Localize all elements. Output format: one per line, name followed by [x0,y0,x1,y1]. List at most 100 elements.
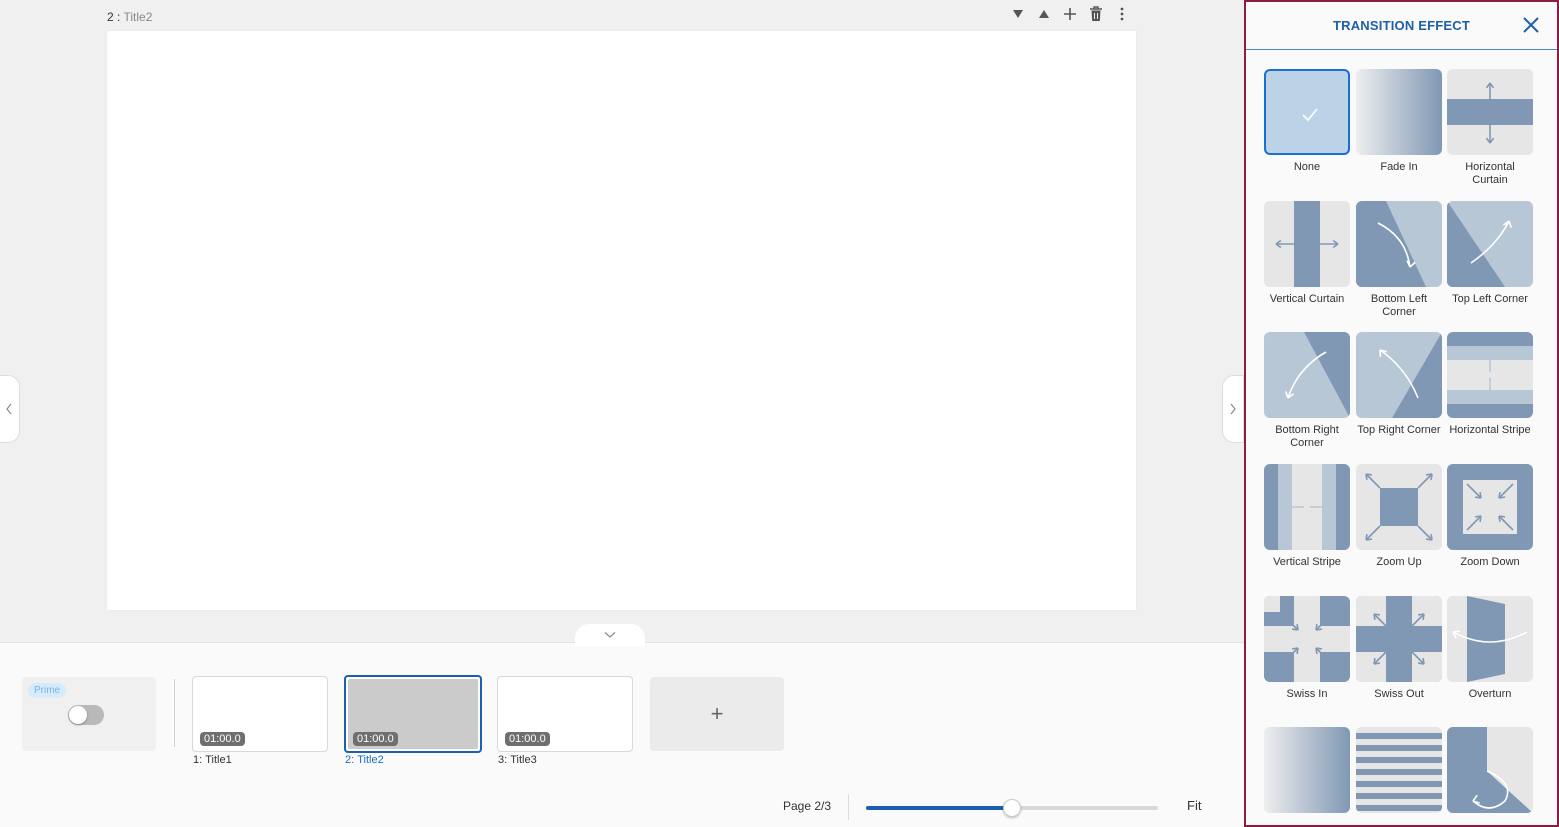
slide-thumbnail-1[interactable]: 01:00.0 [192,676,328,752]
prime-card: Prime [22,677,156,751]
move-up-button[interactable] [1034,3,1054,25]
effect-horizontal-curtain-preview [1447,69,1533,155]
slide-duration: 01:00.0 [353,732,398,746]
slide-toolbar [1008,3,1132,25]
zoom-slider-handle[interactable] [1003,799,1021,817]
effect-dissolve[interactable] [1264,727,1352,819]
effect-turn[interactable] [1447,727,1535,819]
page-indicator: Page 2/3 [783,799,832,813]
effect-label: Bottom Left Corner [1370,293,1428,318]
close-icon [1523,17,1539,33]
slide-canvas[interactable] [107,31,1136,610]
add-slide-toolbar-button[interactable] [1060,3,1080,25]
slide-number: 2 [107,10,114,24]
effect-label: Horizontal Curtain [1465,161,1515,186]
slide-duration: 01:00.0 [200,732,245,746]
effect-bottom-right-corner[interactable]: Bottom Right Corner [1264,332,1352,450]
chevron-right-icon [1230,403,1236,415]
plus-icon [1064,8,1076,20]
effect-turn-icon [1447,727,1533,813]
effect-horizontal-curtain[interactable]: Horizontal Curtain [1447,69,1535,187]
effect-blinds-preview [1356,727,1442,813]
effect-dissolve-icon [1264,727,1350,813]
effect-swiss-in[interactable]: Swiss In [1264,596,1352,701]
effect-vertical-curtain-preview [1264,201,1350,287]
effect-horizontal-curtain-icon [1447,69,1533,155]
effect-none-icon [1302,108,1318,122]
effect-label: Zoom Down [1460,556,1520,568]
effect-label: Vertical Curtain [1269,293,1345,305]
effect-vertical-curtain-icon [1264,201,1350,287]
effect-fade-in[interactable]: Fade In [1356,69,1444,174]
slide-thumbnail-2[interactable]: 01:00.0 [344,675,482,753]
close-panel-button[interactable] [1519,13,1543,37]
effect-overturn[interactable]: Overturn [1447,596,1535,701]
collapse-filmstrip-tab[interactable] [575,624,645,646]
panel-title: TRANSITION EFFECT [1332,18,1470,33]
effect-horizontal-stripe-icon [1447,332,1533,418]
effect-label: Fade In [1380,161,1418,173]
effect-zoom-up[interactable]: Zoom Up [1356,464,1444,569]
effect-overturn-icon [1447,596,1533,682]
fit-button[interactable]: Fit [1187,798,1201,813]
transition-effect-panel: TRANSITION EFFECT None Fade In Horizontal … [1244,0,1559,827]
effect-fade-in-preview [1356,69,1442,155]
divider [848,794,849,820]
effect-zoom-down[interactable]: Zoom Down [1447,464,1535,569]
effect-bottom-left-corner-icon [1356,201,1442,287]
prime-toggle[interactable] [68,705,104,725]
effect-vertical-stripe-icon [1264,464,1350,550]
effect-label: None [1293,161,1321,173]
effect-none[interactable]: None [1264,69,1352,174]
slide-caption-3: 3: Title3 [498,754,537,766]
effect-horizontal-stripe[interactable]: Horizontal Stripe [1447,332,1535,437]
effect-swiss-in-preview [1264,596,1350,682]
previous-slide-tab[interactable] [0,375,20,443]
effect-label: Horizontal Stripe [1449,424,1531,436]
effect-vertical-stripe[interactable]: Vertical Stripe [1264,464,1352,569]
move-down-button[interactable] [1008,3,1028,25]
delete-slide-button[interactable] [1086,3,1106,25]
prime-badge: Prime [28,683,67,698]
slide-editor: 2 : Title2 [0,0,1244,642]
effect-horizontal-stripe-preview [1447,332,1533,418]
slide-label: 2 : Title2 [107,10,153,24]
effect-blinds[interactable] [1356,727,1444,819]
filmstrip: Prime 01:00.0 1: Title1 01:00.0 2: Title… [0,642,1244,827]
plus-icon: + [710,701,724,726]
add-slide-button[interactable]: + [650,677,784,751]
slide-title: Title2 [123,10,153,24]
effect-top-left-corner[interactable]: Top Left Corner [1447,201,1535,306]
effect-label: Bottom Right Corner [1275,424,1339,449]
effect-label: Overturn [1468,688,1512,700]
effect-top-right-corner[interactable]: Top Right Corner [1356,332,1444,437]
panel-header: TRANSITION EFFECT [1246,2,1557,50]
chevron-down-icon [604,632,616,638]
slide-thumbnail-3[interactable]: 01:00.0 [497,676,633,752]
effect-top-right-corner-icon [1356,332,1442,418]
effect-label: Zoom Up [1376,556,1422,568]
effect-swiss-out-icon [1356,596,1442,682]
trash-icon [1090,6,1102,21]
effect-top-left-corner-preview [1447,201,1533,287]
effect-zoom-down-preview [1447,464,1533,550]
next-slide-tab[interactable] [1222,375,1244,443]
divider [174,679,175,747]
slide-duration: 01:00.0 [505,732,550,746]
effect-swiss-in-icon [1264,596,1350,682]
move-down-icon [1013,10,1023,18]
effect-bottom-left-corner[interactable]: Bottom Left Corner [1356,201,1444,319]
effect-bottom-right-corner-preview [1264,332,1350,418]
slide-caption-1: 1: Title1 [193,754,232,766]
effect-vertical-stripe-preview [1264,464,1350,550]
effect-top-left-corner-icon [1447,201,1533,287]
effect-vertical-curtain[interactable]: Vertical Curtain [1264,201,1352,306]
zoom-slider[interactable] [866,799,1158,817]
effect-fade-in-icon [1356,69,1442,155]
effect-bottom-right-corner-icon [1264,332,1350,418]
more-vertical-icon [1120,7,1124,21]
slide-caption-2: 2: Title2 [345,754,384,766]
effect-zoom-up-preview [1356,464,1442,550]
effect-swiss-out[interactable]: Swiss Out [1356,596,1444,701]
more-options-button[interactable] [1112,3,1132,25]
